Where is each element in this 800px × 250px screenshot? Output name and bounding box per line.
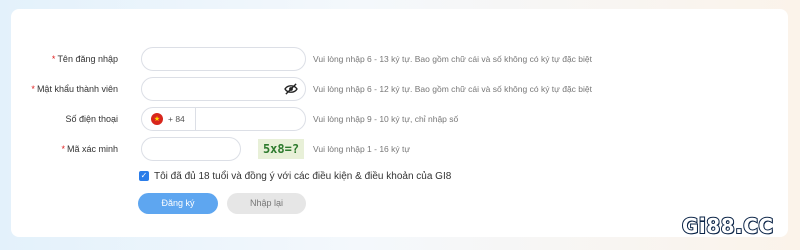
reset-button[interactable]: Nhập lại [227, 192, 306, 214]
agreement-checkbox[interactable]: ✓ [139, 171, 149, 181]
captcha-label: * Mã xác minh [61, 144, 118, 154]
required-mark: * [31, 84, 35, 94]
button-row: Đăng ký Nhập lại [11, 191, 788, 215]
password-label: * Mật khẩu thành viên [31, 84, 118, 94]
phone-row: Số điện thoại ★ + 84 Vui lòng nhập 9 - 1… [11, 107, 788, 131]
password-hint: Vui lòng nhập 6 - 12 ký tự. Bao gồm chữ … [313, 84, 592, 94]
site-logo: Gi88.CC [681, 213, 774, 239]
phone-hint: Vui lòng nhập 9 - 10 ký tự, chỉ nhập số [313, 114, 459, 124]
captcha-hint: Vui lòng nhập 1 - 16 ký tự [313, 144, 411, 154]
agreement-row: ✓ Tôi đã đủ 18 tuổi và đồng ý với các đi… [11, 164, 788, 188]
required-mark: * [61, 144, 65, 154]
registration-card: * Tên đăng nhập Vui lòng nhập 6 - 13 ký t… [11, 9, 788, 237]
phone-input[interactable]: ★ + 84 [141, 107, 306, 131]
vietnam-flag-icon: ★ [151, 113, 163, 125]
country-code: + 84 [168, 114, 185, 124]
username-label-text: Tên đăng nhập [57, 54, 118, 64]
password-row: * Mật khẩu thành viên Vui lòng nhập 6 - 1… [11, 77, 788, 101]
register-button[interactable]: Đăng ký [138, 192, 218, 214]
username-label: * Tên đăng nhập [52, 54, 118, 64]
country-code-selector[interactable]: ★ + 84 [142, 108, 196, 130]
captcha-input[interactable] [141, 137, 241, 161]
captcha-row: * Mã xác minh 5x8=? Vui lòng nhập 1 - 16 … [11, 137, 788, 161]
password-input[interactable] [141, 77, 306, 101]
phone-label: Số điện thoại [65, 114, 118, 124]
username-row: * Tên đăng nhập Vui lòng nhập 6 - 13 ký t… [11, 47, 788, 71]
eye-slash-icon[interactable] [284, 83, 298, 95]
captcha-text: 5x8=? [262, 142, 300, 156]
username-hint: Vui lòng nhập 6 - 13 ký tự. Bao gồm chữ … [313, 54, 592, 64]
captcha-label-text: Mã xác minh [66, 144, 118, 154]
agreement-text: Tôi đã đủ 18 tuổi và đồng ý với các điều… [154, 170, 452, 182]
username-input[interactable] [141, 47, 306, 71]
required-mark: * [51, 54, 56, 64]
password-label-text: Mật khẩu thành viên [36, 84, 118, 94]
captcha-image[interactable]: 5x8=? [258, 139, 304, 159]
